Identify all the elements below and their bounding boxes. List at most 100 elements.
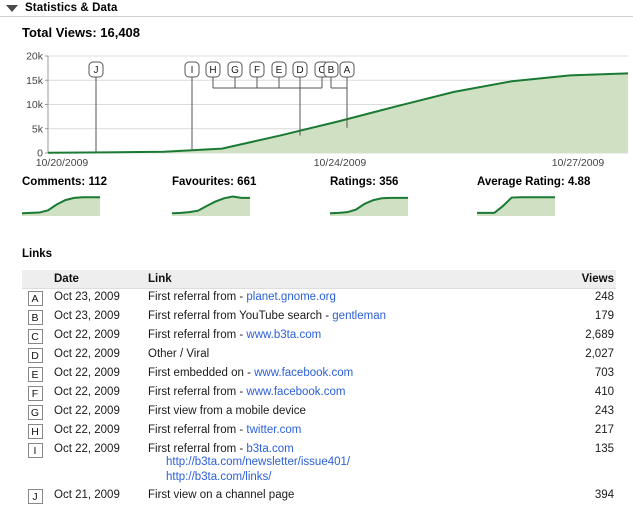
section-header[interactable]: Statistics & Data — [0, 0, 633, 17]
y-axis-tick-label: 5k — [32, 123, 44, 135]
row-views: 217 — [594, 424, 614, 436]
links-section-title: Links — [22, 248, 53, 260]
row-link-anchor[interactable]: gentleman — [332, 310, 386, 322]
row-date: Oct 22, 2009 — [54, 367, 120, 379]
table-row: D Oct 22, 2009 Other / Viral 2,027 — [22, 346, 616, 365]
row-badge-b: B — [27, 310, 43, 325]
row-link-text: First referral from - planet.gnome.org — [148, 291, 546, 303]
table-row: G Oct 22, 2009 First view from a mobile de… — [22, 403, 616, 422]
row-views: 135 — [594, 443, 614, 455]
row-link-prefix: First referral from - — [148, 291, 247, 303]
mini-stat-label: Favourites: 661 — [172, 176, 257, 188]
row-badge-cell: H — [22, 422, 48, 441]
row-sublink-anchor[interactable]: http://b3ta.com/links/ — [166, 471, 271, 483]
row-link-anchor[interactable]: planet.gnome.org — [246, 291, 336, 303]
row-badge-j: J — [27, 489, 43, 504]
row-link-prefix: First view on a channel page — [148, 489, 295, 501]
chart-marker-a[interactable]: A — [344, 65, 351, 76]
y-axis-tick-label: 15k — [26, 75, 44, 87]
insight-statistics-page: Statistics & Data Total Views: 16,408 20… — [0, 0, 633, 517]
row-link-prefix: First referral from - — [148, 329, 247, 341]
column-header-link[interactable]: Link — [140, 270, 546, 289]
table-row: J Oct 21, 2009 First view on a channel pag… — [22, 487, 616, 506]
row-link-cell: First referral from - twitter.com — [140, 422, 546, 441]
triangle-down-icon[interactable] — [6, 4, 18, 12]
row-link-text: Other / Viral — [148, 348, 546, 360]
chart-marker-g[interactable]: G — [231, 65, 239, 76]
total-views-label: Total Views: 16,408 — [22, 25, 141, 40]
table-row: F Oct 22, 2009 First referral from - www.f… — [22, 384, 616, 403]
column-header-date[interactable]: Date — [48, 270, 140, 289]
row-views: 410 — [594, 386, 614, 398]
row-link-anchor[interactable]: www.facebook.com — [254, 367, 353, 379]
row-date: Oct 22, 2009 — [54, 329, 120, 341]
chart-marker-e[interactable]: E — [276, 65, 283, 76]
row-badge-f: F — [27, 386, 43, 401]
table-row: B Oct 23, 2009 First referral from YouTube… — [22, 308, 616, 327]
row-link-cell: First view on a channel page — [140, 487, 546, 506]
row-sublink-anchor[interactable]: http://b3ta.com/newsletter/issue401/ — [166, 456, 350, 468]
mini-stats-row: Comments: 112 Favourites: 661 Ratings: 356… — [0, 176, 633, 228]
row-badge-cell: G — [22, 403, 48, 422]
row-badge-cell: I — [22, 441, 48, 487]
row-link-cell: First referral from - planet.gnome.org — [140, 289, 546, 309]
row-link-cell: Other / Viral — [140, 346, 546, 365]
mini-stat-label: Average Rating: 4.88 — [477, 176, 591, 188]
table-row: E Oct 22, 2009 First embedded on - www.fac… — [22, 365, 616, 384]
row-badge-cell: C — [22, 327, 48, 346]
row-views: 703 — [594, 367, 614, 379]
row-link-cell: First embedded on - www.facebook.com — [140, 365, 546, 384]
row-date: Oct 21, 2009 — [54, 489, 120, 501]
row-link-text: First referral from - twitter.com — [148, 424, 546, 436]
row-sublinks: http://b3ta.com/newsletter/issue401/http… — [148, 455, 546, 485]
row-link-cell: First referral from - www.facebook.com — [140, 384, 546, 403]
row-views: 2,689 — [585, 329, 614, 341]
row-badge-c: C — [27, 329, 43, 344]
mini-sparkline-average-rating — [477, 196, 555, 216]
x-axis-tick-label: 10/24/2009 — [314, 157, 367, 166]
row-link-text: First referral from - b3ta.com — [148, 443, 546, 455]
row-date: Oct 22, 2009 — [54, 348, 120, 360]
total-views-chart: 20k 15k 10k 5k 0 10/20/2009 10/24/2009 10/27/20… — [0, 48, 633, 166]
row-link-anchor[interactable]: www.b3ta.com — [246, 329, 321, 341]
chart-marker-i[interactable]: I — [191, 65, 194, 76]
column-header-badge — [22, 270, 48, 289]
chart-marker-b[interactable]: B — [328, 65, 335, 76]
row-link-anchor[interactable]: b3ta.com — [246, 443, 293, 455]
mini-stat-favourites: Favourites: 661 — [171, 176, 322, 221]
links-table: Date Link Views A Oct 23, 2009 First refer… — [22, 270, 616, 506]
chart-marker-d[interactable]: D — [296, 65, 303, 76]
table-row: I Oct 22, 2009 First referral from - b3ta.… — [22, 441, 616, 487]
row-badge-g: G — [27, 405, 43, 420]
row-badge-cell: F — [22, 384, 48, 403]
chart-marker-h[interactable]: H — [209, 65, 216, 76]
row-link-text: First view from a mobile device — [148, 405, 546, 417]
chart-marker-f[interactable]: F — [254, 65, 260, 76]
mini-stat-average-rating: Average Rating: 4.88 — [477, 176, 627, 221]
y-axis-tick-label: 10k — [26, 99, 44, 111]
row-link-text: First referral from - www.b3ta.com — [148, 329, 546, 341]
row-date: Oct 22, 2009 — [54, 386, 120, 398]
column-header-views[interactable]: Views — [546, 270, 616, 289]
row-badge-i: I — [27, 443, 43, 458]
chart-marker-j[interactable]: J — [94, 65, 99, 76]
row-views: 2,027 — [585, 348, 614, 360]
table-row: C Oct 22, 2009 First referral from - www.b… — [22, 327, 616, 346]
row-badge-d: D — [27, 348, 43, 363]
mini-stat-label: Ratings: 356 — [330, 176, 399, 188]
row-views: 394 — [594, 489, 614, 501]
row-badge-cell: D — [22, 346, 48, 365]
row-link-anchor[interactable]: twitter.com — [246, 424, 301, 436]
section-title: Statistics & Data — [25, 2, 118, 14]
mini-sparkline-favourites — [171, 195, 250, 216]
table-row: H Oct 22, 2009 First referral from - twitt… — [22, 422, 616, 441]
row-date: Oct 23, 2009 — [54, 291, 120, 303]
row-views: 243 — [594, 405, 614, 417]
x-axis-tick-label: 10/27/2009 — [552, 157, 605, 166]
row-link-prefix: First referral from - — [148, 424, 247, 436]
row-link-text: First referral from YouTube search - gen… — [148, 310, 546, 322]
row-link-text: First embedded on - www.facebook.com — [148, 367, 546, 379]
table-row: A Oct 23, 2009 First referral from - plane… — [22, 289, 616, 309]
row-link-text: First view on a channel page — [148, 489, 546, 501]
row-link-anchor[interactable]: www.facebook.com — [246, 386, 345, 398]
